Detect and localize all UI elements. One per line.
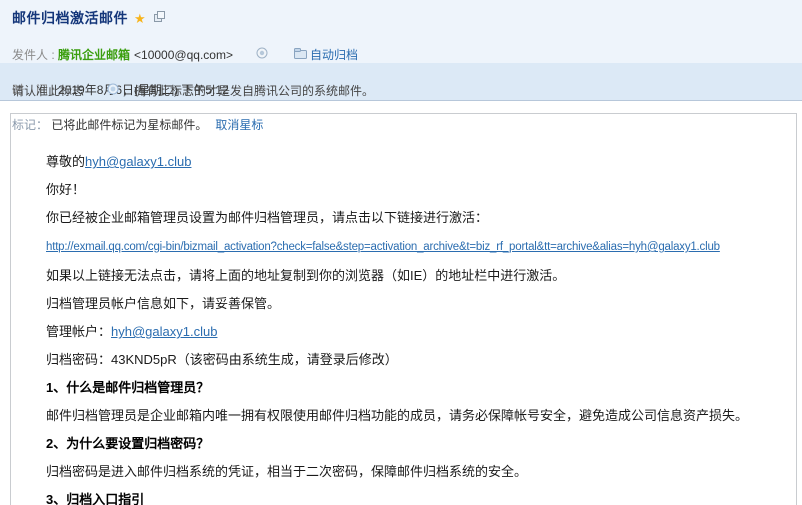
open-in-new-window-icon[interactable] bbox=[154, 9, 165, 27]
mail-content-box: 尊敬的hyh@galaxy1.club 你好！ 你已经被企业邮箱管理员设置为邮件… bbox=[10, 113, 797, 505]
account-label: 管理帐户： bbox=[46, 324, 111, 339]
badge-text-before: 请认准此标志 bbox=[12, 83, 84, 99]
unstar-link[interactable]: 取消星标 bbox=[215, 117, 263, 133]
section-3-heading: 3、归档入口指引 bbox=[46, 490, 756, 505]
activation-url-link[interactable]: http://exmail.qq.com/cgi-bin/bizmail_act… bbox=[46, 241, 720, 253]
mail-header: 邮件归档激活邮件 ★ 发件人 : 腾讯企业邮箱 <10000@qq.com> 自… bbox=[0, 0, 802, 63]
fallback-line: 如果以上链接无法点击，请将上面的地址复制到你的浏览器（如IE）的地址栏中进行激活… bbox=[46, 266, 756, 285]
intro-line: 你已经被企业邮箱管理员设置为邮件归档管理员，请点击以下链接进行激活： bbox=[46, 208, 756, 227]
account-info-line: 归档管理员帐户信息如下，请妥善保管。 bbox=[46, 294, 756, 313]
mark-text: 已将此邮件标记为星标邮件。 bbox=[51, 117, 207, 133]
sender-label: 发件人 : bbox=[12, 46, 58, 63]
badge-text-after: ，拥有此标志的才是发自腾讯公司的系统邮件。 bbox=[122, 83, 374, 99]
greeting-line: 你好！ bbox=[46, 180, 756, 199]
sender-name[interactable]: 腾讯企业邮箱 bbox=[58, 46, 130, 63]
section-1-heading: 1、什么是邮件归档管理员？ bbox=[46, 378, 756, 397]
salutation-email-link[interactable]: hyh@galaxy1.club bbox=[85, 154, 191, 169]
password-line: 归档密码：43KND5pR（该密码由系统生成，请登录后修改） bbox=[46, 350, 756, 369]
verified-badge-icon[interactable] bbox=[236, 33, 268, 76]
section-2-text: 归档密码是进入邮件归档系统的凭证，相当于二次密码，保障邮件归档系统的安全。 bbox=[46, 462, 756, 481]
mark-label: 标记： bbox=[12, 117, 51, 133]
star-icon[interactable]: ★ bbox=[134, 12, 146, 25]
system-mail-badge-icon bbox=[87, 67, 119, 115]
password-label: 归档密码： bbox=[46, 352, 111, 367]
account-email-link[interactable]: hyh@galaxy1.club bbox=[111, 324, 217, 339]
password-note: （该密码由系统生成，请登录后修改） bbox=[177, 352, 398, 367]
section-1-text: 邮件归档管理员是企业邮箱内唯一拥有权限使用邮件归档功能的成员，请务必保障帐号安全… bbox=[46, 406, 756, 425]
salutation-line: 尊敬的hyh@galaxy1.club bbox=[46, 152, 756, 171]
account-line: 管理帐户：hyh@galaxy1.club bbox=[46, 322, 756, 341]
section-2-heading: 2、为什么要设置归档密码？ bbox=[46, 434, 756, 453]
mail-subject: 邮件归档激活邮件 bbox=[12, 8, 128, 28]
salutation-prefix: 尊敬的 bbox=[46, 154, 85, 169]
archive-folder-icon[interactable] bbox=[274, 34, 307, 76]
auto-archive-link[interactable]: 自动归档 bbox=[310, 46, 358, 63]
title-row: 邮件归档激活邮件 ★ bbox=[12, 8, 790, 28]
sender-address: <10000@qq.com> bbox=[134, 48, 233, 62]
mail-body: 尊敬的hyh@galaxy1.club 你好！ 你已经被企业邮箱管理员设置为邮件… bbox=[46, 152, 756, 505]
activation-url-line: http://exmail.qq.com/cgi-bin/bizmail_act… bbox=[46, 236, 756, 257]
content-wrap: 尊敬的hyh@galaxy1.club 你好！ 你已经被企业邮箱管理员设置为邮件… bbox=[0, 101, 802, 505]
password-value: 43KND5pR bbox=[111, 352, 177, 367]
